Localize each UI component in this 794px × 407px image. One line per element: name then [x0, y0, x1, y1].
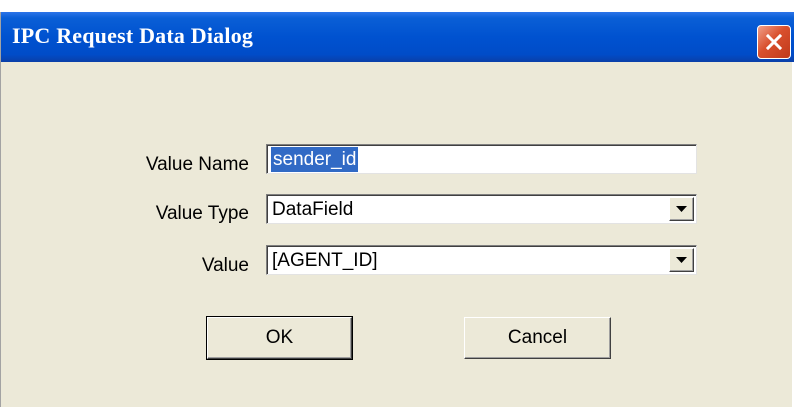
ok-button[interactable]: OK: [206, 316, 353, 360]
value-type-select[interactable]: DataField: [266, 194, 697, 224]
value-name-input[interactable]: sender_id: [271, 147, 359, 172]
chevron-down-icon: [676, 200, 687, 218]
close-button[interactable]: [757, 25, 791, 59]
value-selected: [AGENT_ID]: [272, 250, 378, 271]
value-name-label: Value Name: [145, 154, 249, 175]
value-type-selected: DataField: [272, 199, 354, 220]
close-x-icon: [765, 33, 783, 51]
dialog-window: IPC Request Data Dialog Value Name sende…: [0, 12, 794, 407]
dialog-title: IPC Request Data Dialog: [12, 23, 254, 48]
value-name-field[interactable]: sender_id: [266, 144, 697, 174]
value-type-label: Value Type: [155, 203, 249, 224]
value-type-dropdown-button[interactable]: [669, 197, 694, 221]
value-dropdown-button[interactable]: [669, 248, 694, 272]
chevron-down-icon: [676, 251, 687, 269]
value-label: Value: [201, 255, 249, 276]
title-bar[interactable]: IPC Request Data Dialog: [1, 12, 794, 62]
value-select[interactable]: [AGENT_ID]: [266, 245, 697, 275]
cancel-button[interactable]: Cancel: [464, 317, 611, 359]
